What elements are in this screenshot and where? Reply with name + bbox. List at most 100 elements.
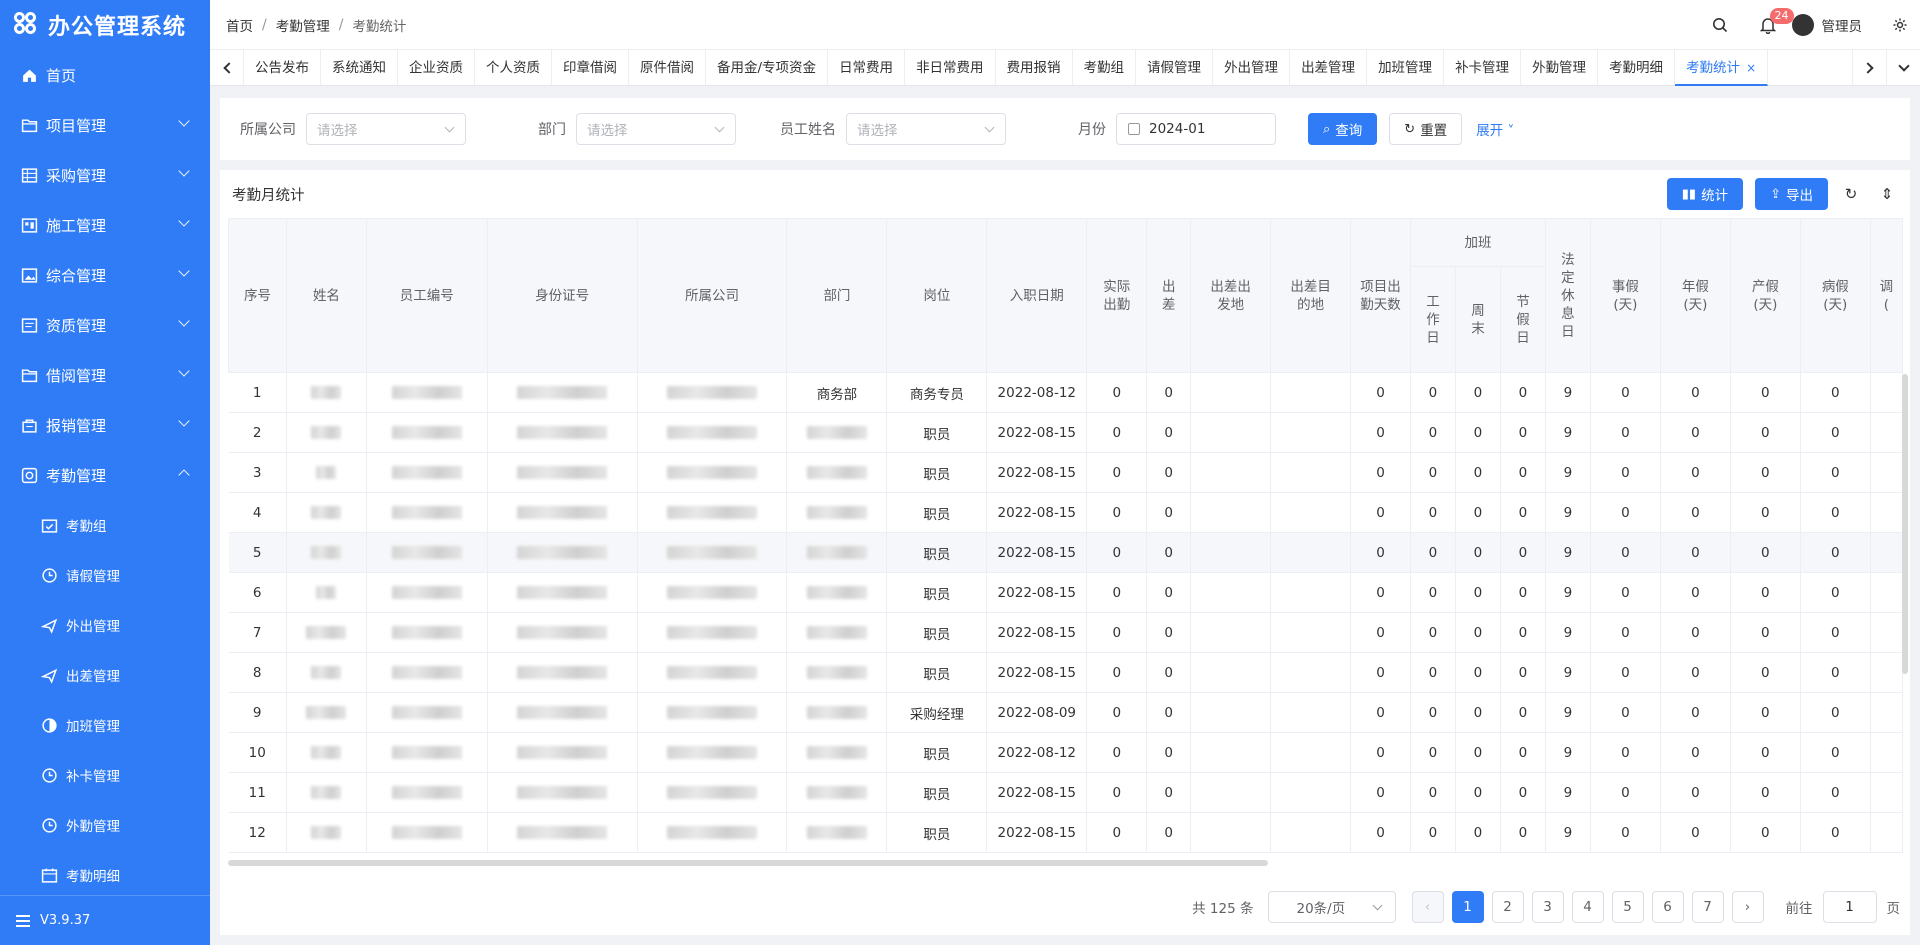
tab-11[interactable]: 请假管理 <box>1136 49 1214 86</box>
table-row[interactable]: 7 职员 2022-08-15 0 0 0 0 0 0 9 0 0 0 0 <box>228 612 1903 653</box>
sidebar-subitem-1[interactable]: 请假管理 <box>0 550 210 600</box>
search-button[interactable]: ⌕ 查询 <box>1308 113 1378 145</box>
user-menu[interactable]: 管理员 <box>1791 14 1881 36</box>
tab-13[interactable]: 出差管理 <box>1290 49 1368 86</box>
tabs-scroll-right[interactable] <box>1852 49 1886 86</box>
table-row[interactable]: 11 职员 2022-08-15 0 0 0 0 0 0 9 0 0 0 0 <box>228 772 1903 813</box>
tab-10[interactable]: 考勤组 <box>1073 49 1137 86</box>
tab-8[interactable]: 非日常费用 <box>905 49 996 86</box>
statistics-button[interactable]: ▮▮ 统计 <box>1666 178 1744 210</box>
sidebar-subitem-label: 出差管理 <box>66 669 120 685</box>
page-size-select[interactable]: 20条/页 <box>1267 891 1396 923</box>
sidebar-subitem-4[interactable]: 加班管理 <box>0 700 210 750</box>
sidebar-subitem-2[interactable]: 外出管理 <box>0 600 210 650</box>
next-page-button[interactable]: › <box>1731 891 1764 923</box>
search-icon[interactable] <box>1696 0 1744 50</box>
table-row[interactable]: 3 职员 2022-08-15 0 0 0 0 0 0 9 0 0 0 0 <box>228 452 1903 493</box>
calendar-check-icon <box>40 516 58 534</box>
table-row[interactable]: 9 采购经理 2022-08-09 0 0 0 0 0 0 9 0 0 0 0 <box>228 692 1903 733</box>
cell-seq: 4 <box>228 492 287 533</box>
table-row[interactable]: 4 职员 2022-08-15 0 0 0 0 0 0 9 0 0 0 0 <box>228 492 1903 533</box>
breadcrumb-home[interactable]: 首页 <box>226 15 253 35</box>
sidebar-item-0[interactable]: 首页 <box>0 50 210 100</box>
sidebar-item-8[interactable]: 考勤管理 <box>0 450 210 500</box>
close-icon[interactable]: × <box>1746 61 1756 75</box>
tab-16[interactable]: 外勤管理 <box>1521 49 1599 86</box>
refresh-icon[interactable]: ↻ <box>1838 185 1864 203</box>
page-button[interactable]: 7 <box>1691 891 1724 923</box>
settings-icon[interactable] <box>1880 0 1920 50</box>
cell-sick-leave: 0 <box>1800 812 1871 853</box>
cell-name <box>286 412 367 453</box>
collapse-icon[interactable] <box>16 914 30 927</box>
table-row[interactable]: 12 职员 2022-08-15 0 0 0 0 0 0 9 0 0 0 0 <box>228 812 1903 853</box>
table-row[interactable]: 1 商务部 商务专员 2022-08-12 0 0 0 0 0 0 9 0 0 0 0 <box>228 372 1903 413</box>
reset-button[interactable]: ↻ 重置 <box>1389 113 1463 145</box>
breadcrumb-attendance[interactable]: 考勤管理 <box>276 15 330 35</box>
sidebar-subitem-5[interactable]: 补卡管理 <box>0 750 210 800</box>
table-row[interactable]: 5 职员 2022-08-15 0 0 0 0 0 0 9 0 0 0 0 <box>228 532 1903 573</box>
sidebar-item-4[interactable]: 综合管理 <box>0 250 210 300</box>
company-select[interactable]: 请选择 <box>306 113 466 145</box>
sidebar-item-6[interactable]: 借阅管理 <box>0 350 210 400</box>
table-row[interactable]: 2 职员 2022-08-15 0 0 0 0 0 0 9 0 0 0 0 <box>228 412 1903 453</box>
sidebar-item-2[interactable]: 采购管理 <box>0 150 210 200</box>
column-height-icon[interactable]: ⇕ <box>1874 185 1900 203</box>
tab-12[interactable]: 外出管理 <box>1213 49 1291 86</box>
employee-name-select[interactable]: 请选择 <box>846 113 1006 145</box>
page-button[interactable]: 2 <box>1491 891 1524 923</box>
month-picker[interactable]: 2024-01 <box>1116 113 1276 145</box>
header-ot-holiday: 节假日 <box>1499 266 1546 373</box>
tab-2[interactable]: 企业资质 <box>398 49 475 86</box>
tab-15[interactable]: 补卡管理 <box>1444 49 1522 86</box>
cell-hire-date: 2022-08-09 <box>986 692 1088 733</box>
prev-page-button[interactable]: ‹ <box>1411 891 1444 923</box>
tab-5[interactable]: 原件借阅 <box>629 49 706 86</box>
app-logo[interactable]: 办公管理系统 <box>0 0 210 50</box>
sidebar-item-5[interactable]: 资质管理 <box>0 300 210 350</box>
tabs-dropdown[interactable] <box>1886 49 1920 86</box>
page-button[interactable]: 3 <box>1531 891 1564 923</box>
user-name: 管理员 <box>1821 19 1863 35</box>
tab-7[interactable]: 日常费用 <box>828 49 906 86</box>
page-button[interactable]: 6 <box>1651 891 1684 923</box>
sidebar-subitem-3[interactable]: 出差管理 <box>0 650 210 700</box>
tab-label: 外出管理 <box>1224 59 1279 76</box>
tab-6[interactable]: 备用金/专项资金 <box>706 49 829 86</box>
tab-4[interactable]: 印章借阅 <box>552 49 629 86</box>
vertical-scrollbar[interactable] <box>1902 374 1908 674</box>
cell-company <box>637 372 788 413</box>
page-button[interactable]: 4 <box>1571 891 1604 923</box>
tab-18[interactable]: 考勤统计 × <box>1675 49 1769 86</box>
tab-1[interactable]: 系统通知 <box>321 49 398 86</box>
sidebar-item-1[interactable]: 项目管理 <box>0 100 210 150</box>
page-button[interactable]: 5 <box>1611 891 1644 923</box>
tab-0[interactable]: 公告发布 <box>244 49 321 86</box>
sidebar-subitem-7[interactable]: 考勤明细 <box>0 850 210 900</box>
header-trip-to: 出差目的地 <box>1270 218 1352 373</box>
sidebar-subitem-0[interactable]: 考勤组 <box>0 500 210 550</box>
goto-page-input[interactable]: 1 <box>1822 891 1877 923</box>
tab-17[interactable]: 考勤明细 <box>1598 49 1676 86</box>
page-list: 1234567 <box>1451 891 1732 923</box>
page-button[interactable]: 1 <box>1451 891 1484 923</box>
sidebar-footer[interactable]: V3.9.37 <box>0 895 210 945</box>
horizontal-scrollbar[interactable] <box>228 860 1268 866</box>
sidebar-item-7[interactable]: 报销管理 <box>0 400 210 450</box>
table-row[interactable]: 6 职员 2022-08-15 0 0 0 0 0 0 9 0 0 0 0 <box>228 572 1903 613</box>
tab-3[interactable]: 个人资质 <box>475 49 552 86</box>
sidebar-subitem-6[interactable]: 外勤管理 <box>0 800 210 850</box>
tab-14[interactable]: 加班管理 <box>1367 49 1445 86</box>
redacted <box>806 426 867 439</box>
table-row[interactable]: 8 职员 2022-08-15 0 0 0 0 0 0 9 0 0 0 0 <box>228 652 1903 693</box>
export-button[interactable]: ⇪ 导出 <box>1755 178 1828 210</box>
sidebar-item-3[interactable]: 施工管理 <box>0 200 210 250</box>
expand-link[interactable]: 展开 ˅ <box>1476 119 1514 139</box>
tab-9[interactable]: 费用报销 <box>996 49 1073 86</box>
dept-select[interactable]: 请选择 <box>576 113 736 145</box>
bell-icon[interactable]: 24 <box>1744 0 1794 50</box>
table-row[interactable]: 10 职员 2022-08-12 0 0 0 0 0 0 9 0 0 0 0 <box>228 732 1903 773</box>
cell-hire-date: 2022-08-15 <box>986 652 1088 693</box>
tabs-scroll-left[interactable] <box>210 49 244 86</box>
cell-sick-leave: 0 <box>1800 732 1871 773</box>
